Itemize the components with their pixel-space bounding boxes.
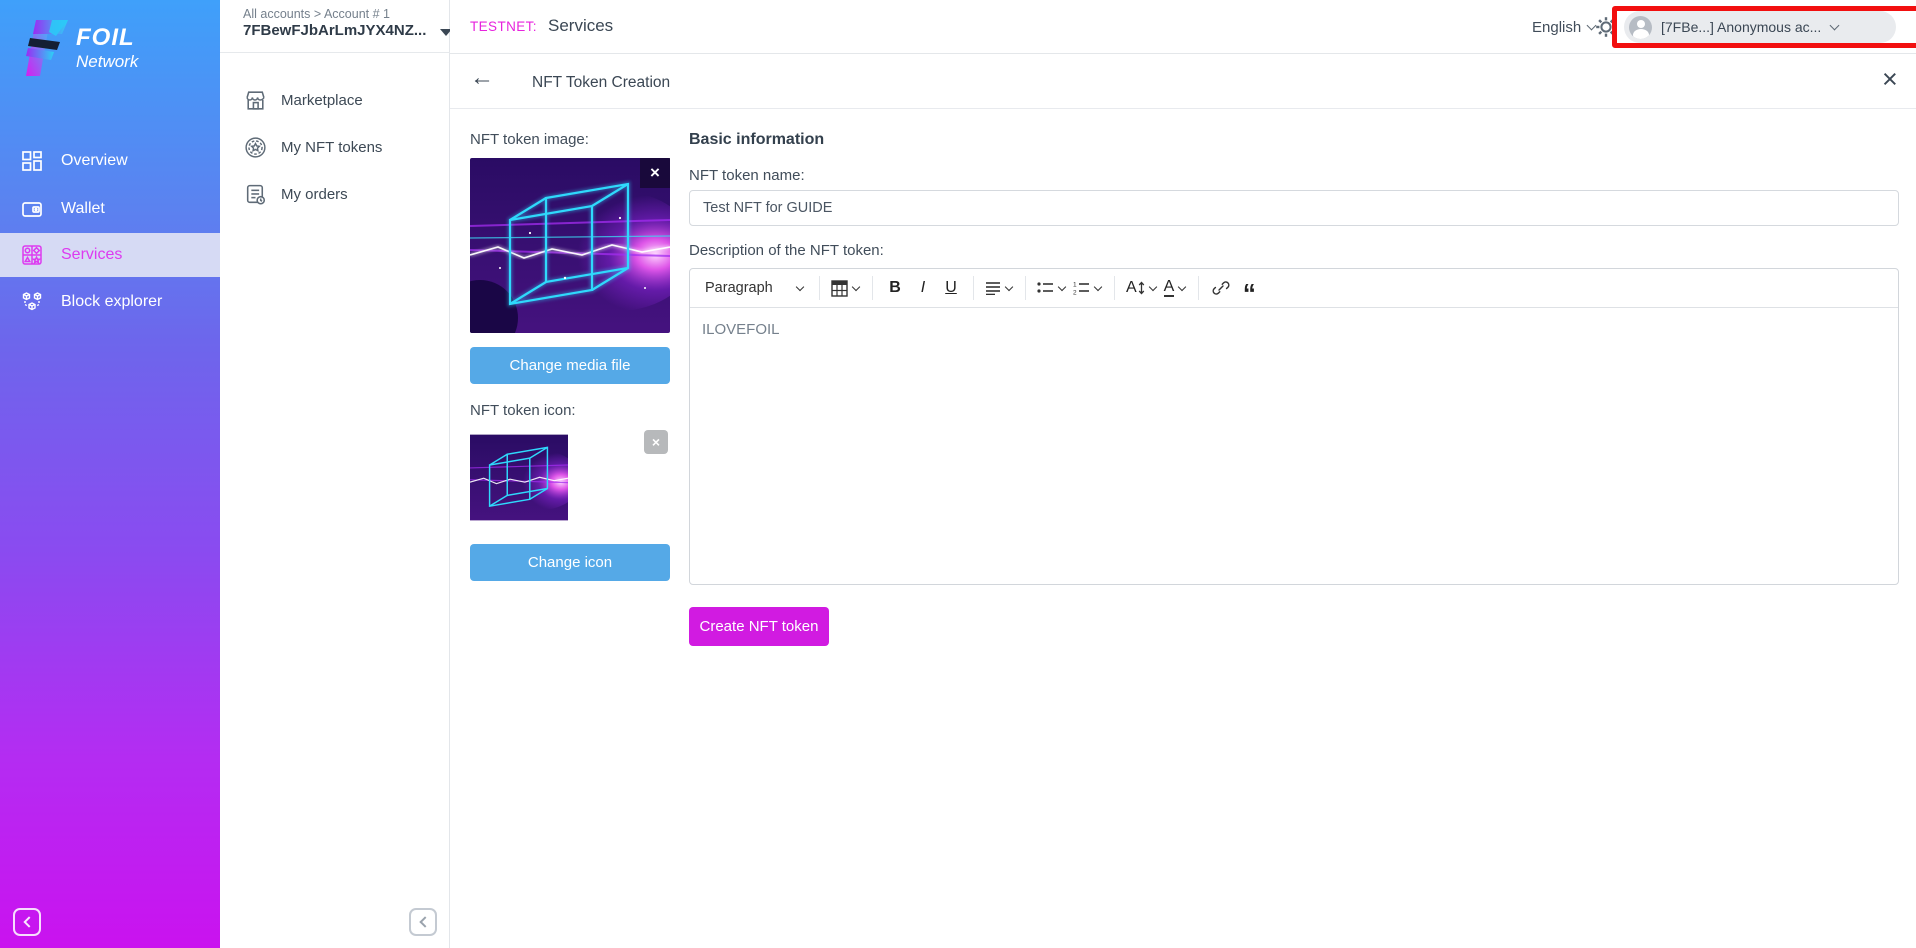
font-color-button[interactable]: A [1161, 274, 1191, 302]
chevron-down-icon [795, 282, 805, 291]
bulleted-list-icon [1037, 282, 1053, 293]
description-editor-area[interactable]: ILOVEFOIL [690, 308, 1898, 351]
primary-sidebar: FOIL Network Overview Wallet Services Bl… [0, 0, 220, 948]
panel-item-marketplace[interactable]: Marketplace [220, 80, 450, 120]
storefront-icon [246, 90, 265, 110]
brand-subname: Network [76, 52, 139, 71]
block-quote-button[interactable]: “ [1235, 274, 1263, 308]
foil-logo: FOIL Network [16, 14, 138, 76]
resize-arrows-icon [1138, 281, 1144, 295]
gear-icon[interactable] [1594, 15, 1618, 39]
breadcrumb: All accounts > Account # 1 [243, 7, 390, 21]
table-icon [831, 279, 848, 297]
close-button[interactable]: × [1882, 66, 1898, 93]
nft-name-input[interactable] [689, 190, 1899, 226]
toolbar-separator [973, 276, 974, 300]
link-icon [1212, 281, 1230, 295]
panel-item-my-nft-tokens[interactable]: My NFT tokens [220, 127, 450, 167]
cubes-icon [22, 292, 42, 311]
foil-logo-icon [26, 20, 68, 76]
toolbar-separator [872, 276, 873, 300]
toolbar-separator [1025, 276, 1026, 300]
account-chip-label: [7FBe...] Anonymous ac... [1661, 19, 1822, 35]
account-panel: All accounts > Account # 1 7FBewFJbArLmJ… [220, 0, 453, 948]
nft-icon-preview [470, 429, 568, 526]
sidebar-item-services[interactable]: Services [0, 233, 220, 277]
language-label: English [1532, 19, 1582, 36]
description-label: Description of the NFT token: [689, 242, 884, 259]
panel-item-my-orders[interactable]: My orders [220, 174, 450, 214]
chevron-left-icon [22, 916, 35, 928]
brand-name: FOIL [76, 24, 135, 51]
shapes-grid-icon [22, 245, 42, 265]
panel-item-label: Marketplace [281, 91, 363, 109]
account-id-text: 7FBewFJbArLmJYX4NZ... [243, 22, 427, 39]
avatar [1629, 15, 1652, 39]
sidebar-item-label: Block explorer [61, 293, 163, 310]
page-title: NFT Token Creation [532, 74, 671, 91]
panel-divider [220, 52, 450, 53]
italic-button[interactable]: I [909, 274, 937, 302]
remove-image-button[interactable]: × [640, 158, 670, 188]
toolbar-separator [1198, 276, 1200, 300]
sidebar-item-block-explorer[interactable]: Block explorer [0, 281, 220, 323]
nft-icon-artwork [470, 434, 568, 521]
account-selector[interactable]: 7FBewFJbArLmJYX4NZ... [243, 22, 453, 39]
chevron-down-icon [1057, 282, 1067, 291]
topbar-page-title: Services [548, 16, 614, 35]
chevron-down-icon [1004, 282, 1014, 291]
account-chip[interactable]: [7FBe...] Anonymous ac... [1624, 11, 1896, 43]
token-medal-icon [245, 136, 266, 158]
panel-item-label: My orders [281, 185, 348, 203]
grid-icon [22, 151, 42, 171]
sidebar-item-label: Services [61, 246, 123, 263]
chevron-down-icon [1093, 282, 1103, 291]
create-nft-token-button[interactable]: Create NFT token [689, 607, 829, 646]
chevron-down-icon [1148, 282, 1157, 291]
sidebar-item-overview[interactable]: Overview [0, 140, 220, 182]
quote-icon: “ [1242, 277, 1256, 308]
description-text: ILOVEFOIL [702, 321, 780, 338]
nft-icon-label: NFT token icon: [470, 402, 576, 419]
link-button[interactable] [1207, 274, 1235, 302]
font-size-button[interactable]: A [1123, 274, 1161, 302]
chevron-left-icon [418, 916, 431, 928]
svg-text:1: 1 [1073, 282, 1077, 289]
underline-button[interactable]: U [937, 274, 965, 302]
numbered-list-icon: 1 2 [1073, 282, 1089, 296]
back-button[interactable]: ← [470, 66, 494, 90]
paragraph-style-dropdown[interactable]: Paragraph [699, 274, 811, 302]
sidebar-collapse-button[interactable] [13, 908, 41, 936]
insert-table-button[interactable] [828, 274, 864, 302]
panel-collapse-button[interactable] [409, 908, 437, 936]
wallet-icon [22, 202, 42, 217]
nft-name-label: NFT token name: [689, 167, 805, 184]
nft-image-label: NFT token image: [470, 131, 589, 148]
bulleted-list-button[interactable] [1034, 274, 1070, 302]
svg-text:2: 2 [1073, 290, 1077, 296]
toolbar-separator [1114, 276, 1115, 300]
alignment-button[interactable] [982, 274, 1017, 302]
toolbar-separator [819, 276, 820, 300]
bold-button[interactable]: B [881, 274, 909, 302]
chevron-down-icon [1829, 20, 1840, 30]
network-badge: TESTNET: [470, 19, 537, 34]
language-selector[interactable]: English [1532, 19, 1597, 36]
panel-item-label: My NFT tokens [281, 138, 383, 156]
change-icon-button[interactable]: Change icon [470, 544, 670, 581]
numbered-list-button[interactable]: 1 2 [1070, 274, 1106, 302]
rich-text-editor: Paragraph B I U 1 2 A A “ ILOVEFOIL [689, 268, 1899, 585]
section-title: Basic information [689, 131, 825, 148]
sidebar-item-label: Wallet [61, 200, 105, 217]
align-icon [986, 282, 1000, 295]
editor-toolbar: Paragraph B I U 1 2 A A “ [690, 269, 1898, 308]
change-media-button[interactable]: Change media file [470, 347, 670, 384]
chevron-down-icon [851, 282, 861, 291]
sidebar-item-wallet[interactable]: Wallet [0, 188, 220, 230]
order-list-icon [246, 184, 266, 205]
remove-icon-button[interactable]: × [644, 430, 668, 454]
sidebar-item-label: Overview [61, 152, 128, 169]
chevron-down-icon [1178, 282, 1187, 291]
